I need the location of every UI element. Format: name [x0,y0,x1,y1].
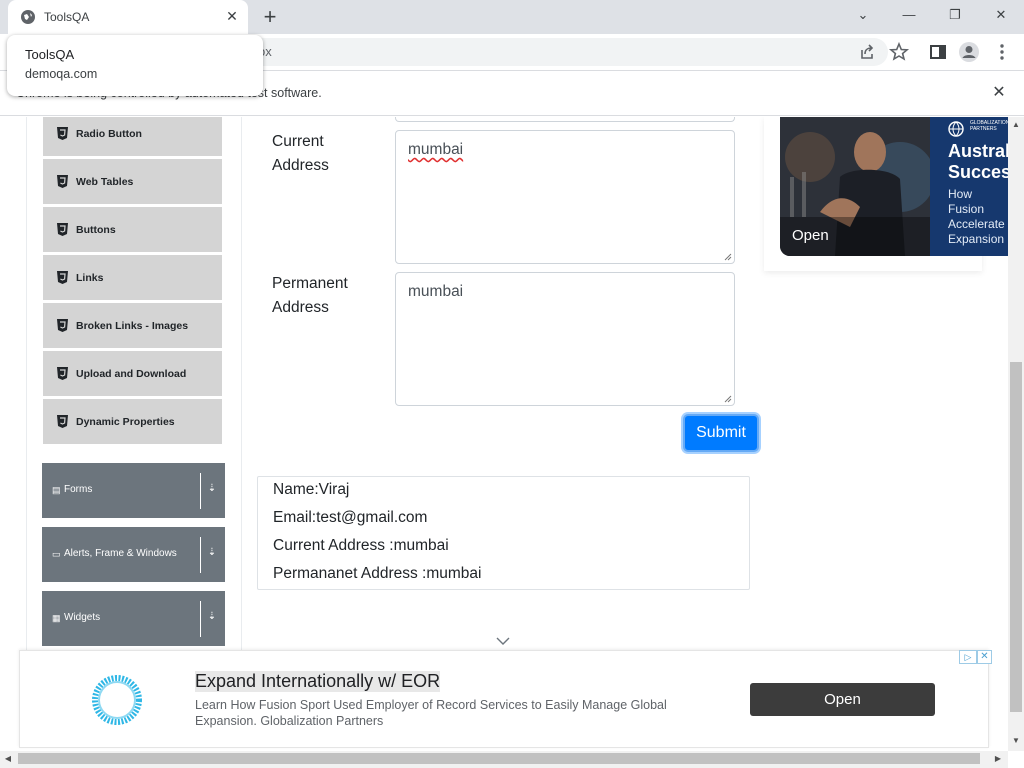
infobar-close-icon[interactable]: ✕ [990,84,1008,102]
permanent-address-label: Permanent Address [272,275,348,316]
globe-logo-icon [948,121,964,137]
group-label: Widgets [64,612,101,623]
group-label: Alerts, Frame & Windows [64,548,177,559]
html5-icon [57,415,68,428]
sidebar-item-links[interactable]: Links [43,255,222,301]
sidebar-item-label: Broken Links - Images [76,320,189,332]
sidebar-item-label: Buttons [76,224,116,236]
scroll-left-icon[interactable]: ◀ [0,751,16,767]
minimize-button[interactable]: — [886,0,932,30]
group-divider [200,537,201,573]
scroll-down-icon[interactable]: ▼ [1008,733,1024,749]
sidebar-item-label: Upload and Download [76,368,187,380]
permanent-address-textarea[interactable]: mumbai [395,272,735,406]
vertical-scroll-thumb[interactable] [1010,362,1022,712]
tab-search-icon[interactable]: ⌄ [840,0,886,30]
sidebar-item-dynamic-properties[interactable]: Dynamic Properties [43,399,222,445]
sidebar-item-upload-download[interactable]: Upload and Download [43,351,222,397]
html5-icon [57,127,68,140]
tab-title: ToolsQA [44,10,90,24]
sidebar-item-radio-button[interactable]: Radio Button [43,117,222,157]
side-ad-headline: Austral Succes [948,141,1008,182]
sidebar-item-web-tables[interactable]: Web Tables [43,159,222,205]
ad-close-icon[interactable]: ✕ [977,650,992,664]
output-current-address: Current Address :mumbai [273,537,449,554]
ring-logo-icon [92,675,142,725]
download-arrow-icon: ⇣ [207,483,217,494]
submit-button[interactable]: Submit [683,414,759,452]
html5-icon [57,319,68,332]
adchoices-icon[interactable]: ▷ [959,650,977,664]
bottom-ad-open-button[interactable]: Open [750,683,935,716]
form-icon: ▤ [52,485,61,495]
resize-grip-icon [724,253,732,261]
output-email: Email:test@gmail.com [273,509,428,526]
sidebar-item-label: Radio Button [76,128,142,140]
hover-card-domain: demoqa.com [25,67,98,81]
side-panel-icon[interactable] [927,41,949,63]
restore-button[interactable]: ❐ [932,0,978,30]
output-permanent-address: Permananet Address :mumbai [273,565,482,582]
html5-icon [57,175,68,188]
html5-icon [57,223,68,236]
tab-strip: ToolsQA ✕ + ⌄ — ❐ ✕ [0,0,1024,34]
star-icon[interactable] [888,41,910,63]
group-label: Forms [64,484,93,495]
sidebar-group-forms[interactable]: ▤ Forms ⇣ [42,463,225,518]
content-border [241,117,242,717]
bottom-ad-description: Learn How Fusion Sport Used Employer of … [195,698,667,728]
browser-tab[interactable]: ToolsQA ✕ [8,0,248,34]
close-window-button[interactable]: ✕ [978,0,1024,30]
tab-hover-card: ToolsQA demoqa.com [7,35,263,96]
sidebar-item-buttons[interactable]: Buttons [43,207,222,253]
sidebar-item-broken-links[interactable]: Broken Links - Images [43,303,222,349]
scroll-right-icon[interactable]: ▶ [990,751,1006,767]
resize-grip-icon [724,395,732,403]
horizontal-scroll-thumb[interactable] [18,753,980,764]
current-address-value: mumbai [408,141,464,158]
side-ad-open-link[interactable]: Open [792,227,829,244]
permanent-address-value: mumbai [408,283,464,300]
hover-card-title: ToolsQA [25,47,75,62]
sidebar-item-label: Web Tables [76,176,134,188]
grid-icon: ▦ [52,613,61,623]
share-icon[interactable] [856,41,878,63]
sidebar-item-label: Links [76,272,104,284]
output-panel: Name:Viraj Email:test@gmail.com Current … [257,476,750,590]
new-tab-button[interactable]: + [258,5,282,29]
download-arrow-icon: ⇣ [207,547,217,558]
group-divider [200,473,201,509]
globe-icon [21,10,35,24]
email-field[interactable] [395,117,735,122]
side-ad-brand: GLOBALIZATION PARTNERS [970,120,1008,132]
output-name: Name:Viraj [273,481,350,498]
scroll-up-icon[interactable]: ▲ [1008,117,1024,133]
bottom-ad-title[interactable]: Expand Internationally w/ EOR [195,671,441,692]
group-divider [200,601,201,637]
current-address-textarea[interactable]: mumbai [395,130,735,264]
profile-avatar-icon[interactable] [958,41,980,63]
window-icon: ▭ [52,549,61,559]
chevron-down-icon[interactable] [495,635,511,647]
kebab-menu-icon[interactable] [991,41,1013,63]
side-ad-subtext: How Fusion Accelerate Expansion Months t… [948,187,1005,246]
sidebar-item-label: Dynamic Properties [76,416,175,428]
sidebar-group-widgets[interactable]: ▦ Widgets ⇣ [42,591,225,646]
current-address-label: Current Address [272,133,329,174]
download-arrow-icon: ⇣ [207,611,217,622]
close-tab-icon[interactable]: ✕ [222,6,242,26]
bottom-ad-banner: Expand Internationally w/ EOR Learn How … [19,650,992,748]
sidebar-border [26,117,27,717]
html5-icon [57,271,68,284]
sidebar-group-alerts[interactable]: ▭ Alerts, Frame & Windows ⇣ [42,527,225,582]
html5-icon [57,367,68,380]
